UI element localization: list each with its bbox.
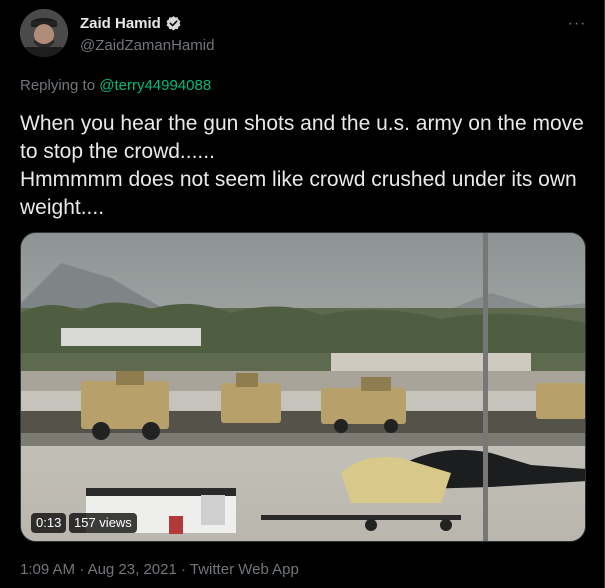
tweet-metadata: 1:09 AM · Aug 23, 2021 · Twitter Web App: [20, 561, 299, 578]
tweet-text: When you hear the gun shots and the u.s.…: [20, 112, 584, 219]
tweet-time[interactable]: 1:09 AM: [20, 561, 75, 578]
replying-to: Replying to @terry44994088: [20, 77, 211, 94]
meta-separator: ·: [79, 561, 85, 578]
video-thumbnail: [21, 233, 585, 541]
author-handle[interactable]: @ZaidZamanHamid: [80, 37, 214, 54]
video-duration-badge: 0:13: [31, 513, 67, 533]
avatar[interactable]: [20, 9, 68, 57]
tweet-date[interactable]: Aug 23, 2021: [88, 561, 177, 578]
tweet: Zaid Hamid @ZaidZamanHamid ··· Replying …: [0, 0, 605, 588]
author-name-row[interactable]: Zaid Hamid: [80, 15, 182, 32]
meta-separator: ·: [180, 561, 186, 578]
reply-mention-link[interactable]: @terry44994088: [99, 77, 211, 94]
display-name[interactable]: Zaid Hamid: [80, 15, 161, 32]
avatar-image: [20, 9, 68, 57]
tweet-source: Twitter Web App: [189, 561, 299, 578]
verified-badge-icon: [165, 15, 182, 32]
more-options-icon[interactable]: ···: [565, 12, 589, 36]
video-player[interactable]: 0:13 157 views: [20, 232, 586, 542]
replying-to-prefix: Replying to: [20, 77, 100, 94]
video-views-badge: 157 views: [69, 513, 137, 533]
